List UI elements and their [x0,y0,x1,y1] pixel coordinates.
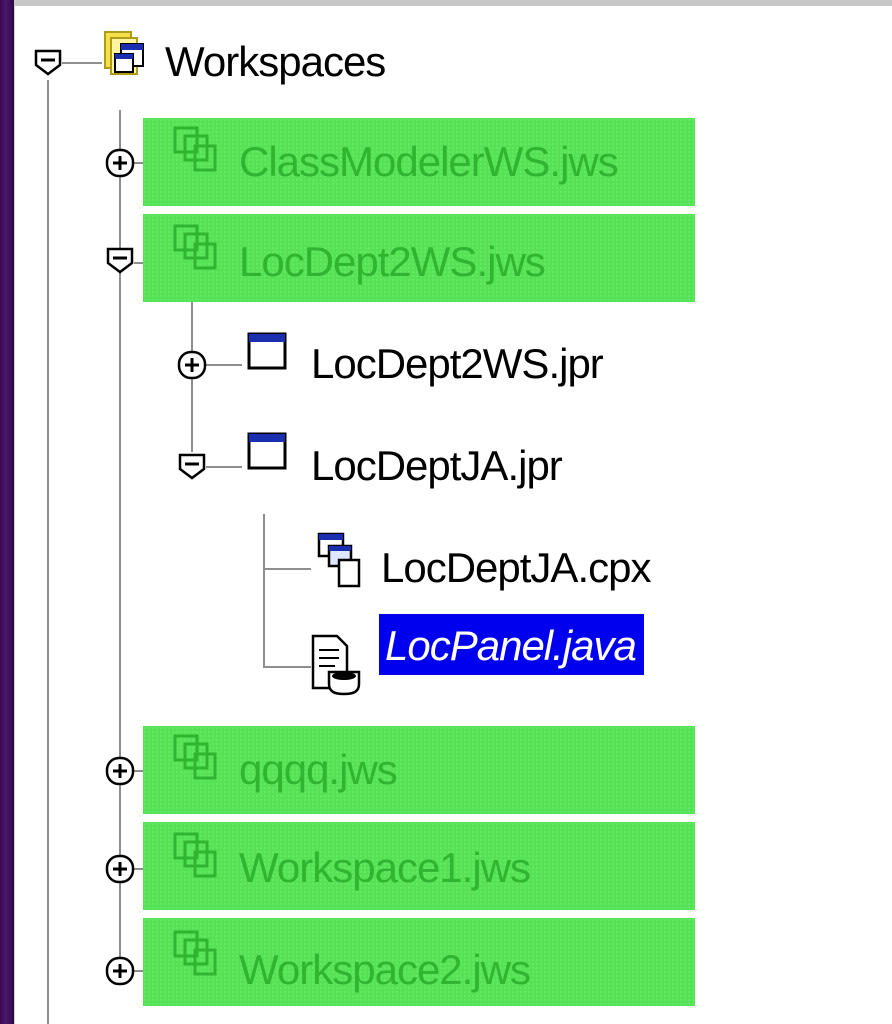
tree-node-label: Workspace2.jws [239,946,531,993]
expand-toggle-icon[interactable] [105,148,135,178]
file1-connector-h [263,568,311,570]
proj2-connector-h [206,466,242,468]
expand-toggle-icon[interactable] [105,956,135,986]
collapse-toggle-icon[interactable] [177,450,207,480]
workspace-highlight [143,726,695,814]
workspace-icon [173,734,217,780]
root-connector [47,80,49,1024]
tree-node-label: Workspace1.jws [239,844,531,891]
file2-connector-h [263,666,311,668]
collapse-toggle-icon[interactable] [105,244,135,274]
root-connector-h [62,62,102,64]
tree-node-label: qqqq.jws [239,746,398,793]
file-connector [263,514,265,666]
workspace-icon [173,126,217,172]
tree-node-label: LocDept2WS.jpr [311,340,604,387]
workspace-icon [173,832,217,878]
project-icon [247,332,287,370]
workspace-tree: Workspaces ClassModelerWS.jws LocDept2WS… [14,0,892,1024]
workspaces-connector [119,110,121,980]
expand-toggle-icon[interactable] [105,756,135,786]
project-icon [247,432,287,470]
java-file-icon [311,634,361,696]
tree-top-border [15,0,892,6]
connections-file-icon [317,532,361,588]
tree-node-label: LocDeptJA.jpr [311,442,563,489]
collapse-toggle-icon[interactable] [33,46,63,76]
tree-node-label: ClassModelerWS.jws [239,138,619,185]
workspace-icon [173,224,217,270]
tree-node-label: LocDept2WS.jws [239,238,546,285]
expand-toggle-icon[interactable] [105,854,135,884]
tree-node-label: LocDeptJA.cpx [381,544,651,591]
workspaces-folder-icon [104,31,144,75]
tree-node-label: Workspaces [165,38,386,85]
selected-tree-node-label: LocPanel.java [379,614,644,675]
workspace-icon [173,930,217,976]
proj1-connector-h [206,364,242,366]
expand-toggle-icon[interactable] [177,350,207,380]
